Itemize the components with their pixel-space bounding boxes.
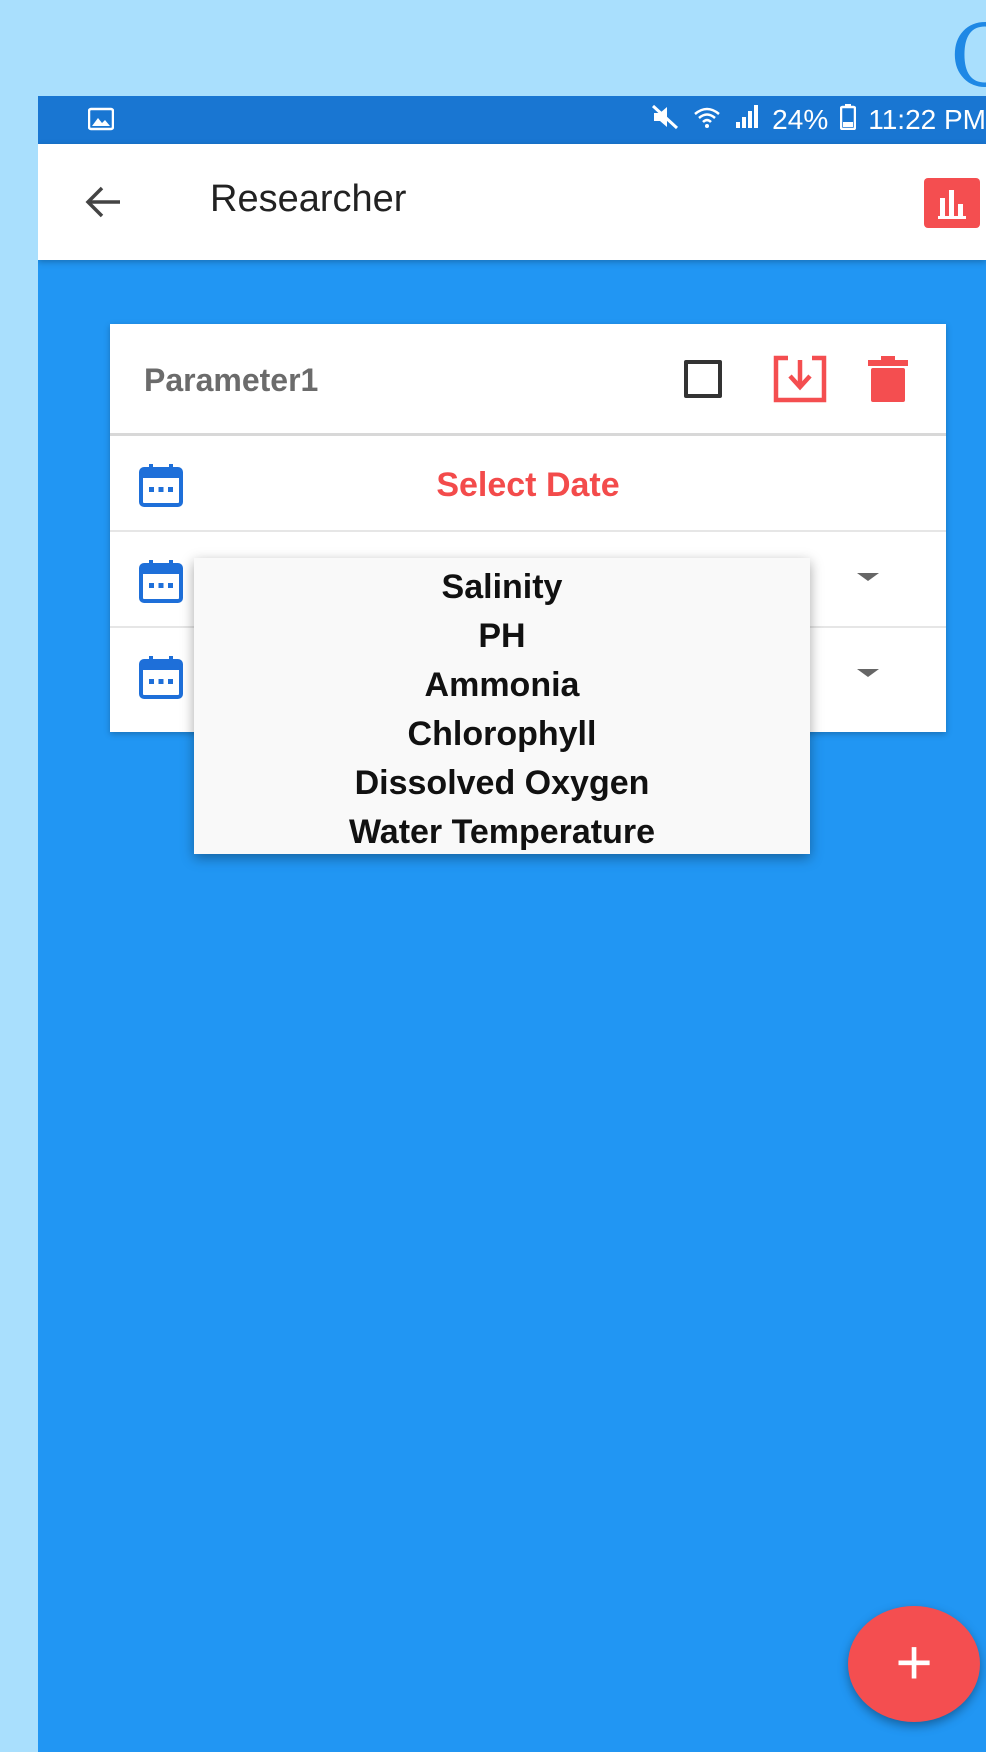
checkbox-icon[interactable]: [684, 360, 722, 398]
wifi-icon: [692, 104, 722, 137]
plus-icon: +: [895, 1626, 933, 1698]
battery-icon: [839, 103, 857, 137]
calendar-icon[interactable]: [138, 654, 184, 705]
parameter-dropdown-menu: Salinity PH Ammonia Chlorophyll Dissolve…: [194, 558, 810, 854]
mute-icon: [650, 104, 680, 137]
status-bar: 24% 11:22 PM: [38, 96, 986, 144]
select-date-button[interactable]: Select Date: [110, 466, 946, 505]
status-time: 11:22 PM: [868, 104, 986, 135]
card-header: Parameter1: [110, 324, 946, 436]
dropdown-option-water-temperature[interactable]: Water Temperature: [194, 808, 810, 857]
chevron-down-icon[interactable]: [857, 573, 879, 581]
phone-screen: 24% 11:22 PM Researcher Parameter1 Selec…: [38, 96, 986, 1752]
delete-icon[interactable]: [866, 354, 910, 409]
edge-glyph-icon: C: [950, 14, 986, 100]
battery-percent: 24%: [772, 104, 829, 135]
gallery-icon: [87, 107, 115, 136]
dropdown-option-ph[interactable]: PH: [194, 612, 810, 661]
chevron-down-icon[interactable]: [857, 669, 879, 677]
dropdown-option-salinity[interactable]: Salinity: [194, 563, 810, 612]
download-icon[interactable]: [772, 354, 828, 409]
calendar-icon[interactable]: [138, 558, 184, 609]
card-title: Parameter1: [144, 362, 319, 398]
page-title: Researcher: [210, 178, 407, 220]
signal-icon: [734, 104, 760, 137]
dropdown-option-ammonia[interactable]: Ammonia: [194, 661, 810, 710]
app-bar: Researcher: [38, 144, 986, 260]
bar-chart-icon[interactable]: [924, 178, 980, 228]
add-button[interactable]: +: [848, 1606, 980, 1722]
arrow-left-icon[interactable]: [84, 182, 124, 227]
dropdown-option-dissolved-oxygen[interactable]: Dissolved Oxygen: [194, 759, 810, 808]
dropdown-option-chlorophyll[interactable]: Chlorophyll: [194, 710, 810, 759]
date-row[interactable]: Select Date: [110, 436, 946, 532]
